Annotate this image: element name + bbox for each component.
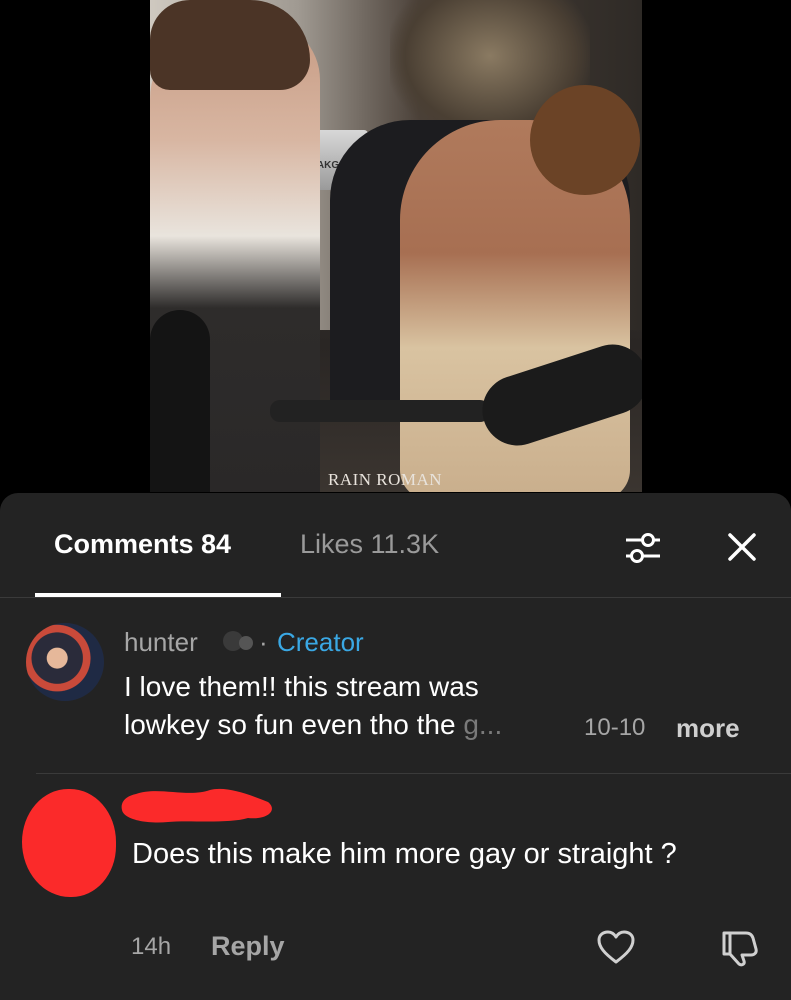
profile-badge-icon xyxy=(223,631,253,651)
tab-likes[interactable]: Likes 11.3K xyxy=(300,529,439,560)
comment-text: Does this make him more gay or straight … xyxy=(132,838,677,870)
person-left-hair xyxy=(150,0,310,90)
avatar[interactable] xyxy=(26,623,104,701)
redacted-username xyxy=(121,788,272,823)
tab-bar: Comments 84 Likes 11.3K xyxy=(0,493,791,597)
video-player[interactable]: AKG RAIN ROMAN xyxy=(150,0,642,492)
divider xyxy=(0,597,791,598)
comment-text-line2: lowkey so fun even tho the g... xyxy=(124,709,502,741)
comment-text: I love them!! this stream was xyxy=(124,671,479,702)
more-button[interactable]: more xyxy=(676,713,740,744)
comments-sheet: Comments 84 Likes 11.3K hunter · Creator… xyxy=(0,493,791,1000)
creator-badge: Creator xyxy=(277,627,364,657)
thumbs-down-icon[interactable] xyxy=(718,927,762,967)
reply-button[interactable]: Reply xyxy=(211,931,285,962)
separator-dot: · xyxy=(259,627,268,657)
comment-item: hunter · Creator I love them!! this stre… xyxy=(0,613,791,773)
divider xyxy=(36,773,791,774)
sliders-icon[interactable] xyxy=(622,527,664,569)
comment-text-continued: lowkey so fun even tho the xyxy=(124,709,464,740)
heart-icon[interactable] xyxy=(596,929,636,965)
microphone-left xyxy=(150,310,210,492)
tab-comments[interactable]: Comments 84 xyxy=(54,529,231,560)
comment-time: 14h xyxy=(131,933,172,960)
close-icon[interactable] xyxy=(722,527,762,567)
comment-username[interactable]: hunter xyxy=(124,627,198,658)
comment-date: 10-10 xyxy=(584,714,646,741)
redacted-avatar xyxy=(22,789,116,897)
comment-truncation: g... xyxy=(463,709,503,740)
person-right-hair xyxy=(530,85,640,195)
microphone-arm xyxy=(270,400,490,422)
video-watermark: RAIN ROMAN xyxy=(328,470,443,489)
